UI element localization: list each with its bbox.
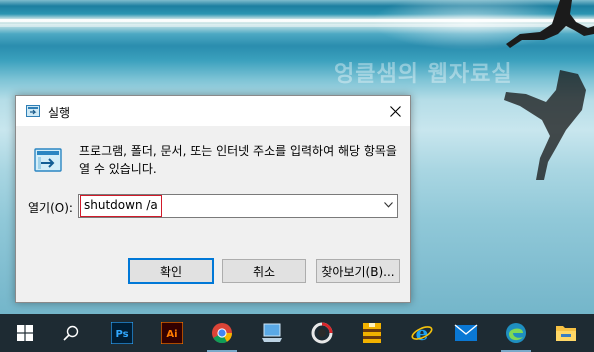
close-button[interactable]	[380, 96, 410, 126]
archive-app-icon	[363, 323, 381, 343]
photoshop-label: Ps	[115, 329, 128, 340]
cancel-button[interactable]: 취소	[222, 259, 306, 283]
taskbar-archive-app[interactable]	[349, 314, 395, 352]
browse-button[interactable]: 찾아보기(B)...	[316, 259, 400, 283]
close-icon	[389, 105, 401, 117]
internet-explorer-icon: e	[411, 322, 433, 344]
taskbar-edge[interactable]	[493, 314, 539, 352]
dialog-title: 실행	[48, 106, 71, 120]
run-icon	[34, 148, 62, 172]
photoshop-icon: Ps	[111, 322, 133, 344]
taskbar-internet-explorer[interactable]: e	[399, 314, 445, 352]
watermark-text: 엉클샘의 웹자료실	[334, 62, 513, 87]
chevron-down-icon	[383, 202, 393, 208]
illustrator-icon: Ai	[161, 322, 183, 344]
run-dialog: 실행 프로그램, 폴더, 문서, 또는 인터넷 주소를 입력하여 해당 항목을 …	[15, 95, 411, 303]
taskbar-search[interactable]	[48, 314, 94, 352]
run-small-icon	[26, 105, 40, 117]
chrome-icon	[212, 323, 233, 344]
taskbar-illustrator[interactable]: Ai	[149, 314, 195, 352]
edge-icon	[506, 323, 526, 343]
taskbar-mail[interactable]	[443, 314, 489, 352]
taskbar-file-explorer[interactable]	[543, 314, 589, 352]
taskbar-chrome[interactable]	[199, 314, 245, 352]
circle-app-icon	[311, 322, 333, 344]
open-label: 열기(O):	[28, 201, 73, 215]
command-combobox[interactable]	[78, 194, 398, 218]
runner-silhouette	[506, 0, 594, 48]
search-icon	[63, 325, 79, 341]
taskbar-computer[interactable]	[249, 314, 295, 352]
svg-text:e: e	[416, 322, 429, 344]
windows-start-icon	[17, 325, 33, 341]
command-input[interactable]	[84, 196, 364, 214]
taskbar-circle-app[interactable]	[299, 314, 345, 352]
taskbar-photoshop[interactable]: Ps	[99, 314, 145, 352]
dialog-titlebar[interactable]: 실행	[16, 96, 410, 126]
ok-button[interactable]: 확인	[128, 258, 214, 284]
taskbar: Ps Ai e	[0, 314, 594, 352]
start-button[interactable]	[2, 314, 48, 352]
dialog-description: 프로그램, 폴더, 문서, 또는 인터넷 주소를 입력하여 해당 항목을 열 수…	[79, 144, 397, 176]
illustrator-label: Ai	[166, 329, 177, 340]
computer-icon	[262, 323, 282, 342]
mail-icon	[454, 324, 478, 341]
file-explorer-icon	[556, 326, 576, 341]
dropdown-arrow[interactable]	[381, 198, 395, 212]
